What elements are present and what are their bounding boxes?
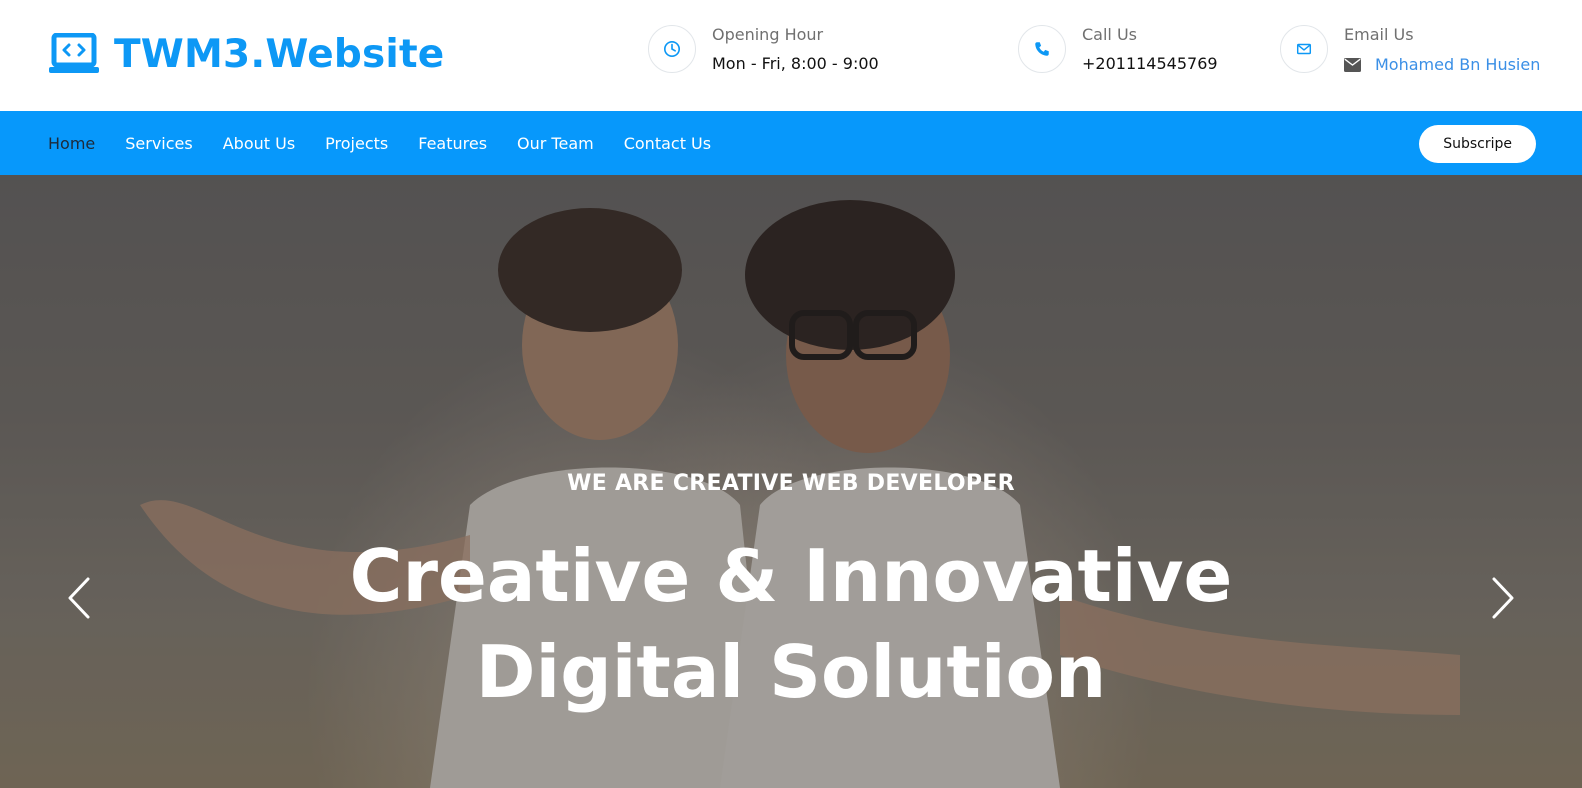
phone-icon [1035, 42, 1049, 56]
clock-icon [663, 40, 681, 58]
call-us-block: Call Us +201114545769 [1018, 24, 1218, 75]
nav-item-projects[interactable]: Projects [325, 134, 388, 153]
nav-item-our-team[interactable]: Our Team [517, 134, 594, 153]
subscribe-button[interactable]: Subscripe [1419, 125, 1536, 163]
nav-item-services[interactable]: Services [125, 134, 192, 153]
email-us-label: Email Us [1344, 25, 1414, 44]
envelope-solid-icon [1344, 57, 1361, 72]
email-us-icon-circle[interactable] [1280, 25, 1328, 73]
top-header: TWM3.Website Opening Hour Mon - Fri, 8:0… [0, 0, 1582, 111]
envelope-icon [1296, 43, 1312, 55]
opening-hour-icon-circle [648, 25, 696, 73]
nav-item-about-us[interactable]: About Us [223, 134, 295, 153]
hero-title: Creative & Innovative Digital Solution [0, 528, 1582, 720]
hero-title-line-2: Digital Solution [475, 630, 1107, 714]
hero-carousel: WE ARE CREATIVE WEB DEVELOPER Creative &… [0, 175, 1582, 788]
hero-title-line-1: Creative & Innovative [349, 534, 1233, 618]
opening-hour-block: Opening Hour Mon - Fri, 8:00 - 9:00 [648, 24, 879, 75]
nav-item-home[interactable]: Home [48, 134, 95, 153]
call-us-label: Call Us [1082, 25, 1137, 44]
nav-item-features[interactable]: Features [418, 134, 487, 153]
main-navbar: Home Services About Us Projects Features… [0, 111, 1582, 175]
hero-caption: WE ARE CREATIVE WEB DEVELOPER Creative &… [0, 471, 1582, 720]
nav-links: Home Services About Us Projects Features… [48, 134, 711, 153]
hero-kicker: WE ARE CREATIVE WEB DEVELOPER [567, 471, 1015, 496]
opening-hour-label: Opening Hour [712, 25, 824, 44]
brand-name: TWM3.Website [114, 32, 445, 77]
phone-number[interactable]: +201114545769 [1082, 53, 1218, 75]
call-us-icon-circle[interactable] [1018, 25, 1066, 73]
laptop-code-icon [49, 32, 99, 73]
email-link[interactable]: Mohamed Bn Husien [1375, 55, 1540, 74]
opening-hour-value: Mon - Fri, 8:00 - 9:00 [712, 54, 879, 73]
email-us-block: Email Us Mohamed Bn Husien [1280, 24, 1540, 74]
nav-item-contact-us[interactable]: Contact Us [624, 134, 711, 153]
brand-logo[interactable]: TWM3.Website [48, 32, 444, 77]
